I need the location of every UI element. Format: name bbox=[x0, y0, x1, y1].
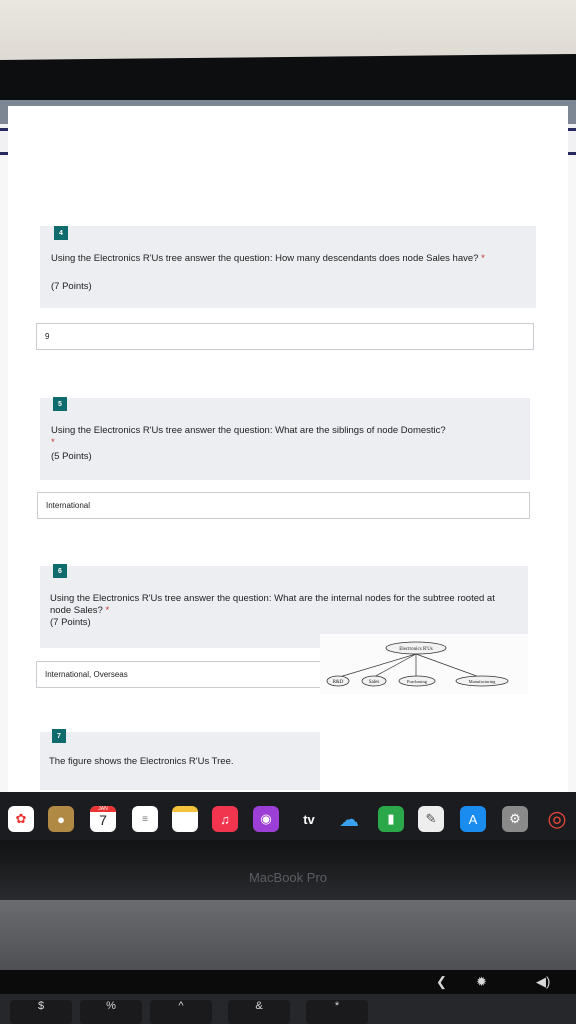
question-text: Using the Electronics R'Us tree answer t… bbox=[51, 253, 485, 264]
notes-icon[interactable] bbox=[172, 806, 198, 832]
tree-node-label: Manufacturing bbox=[469, 679, 496, 684]
apple-tv-label: tv bbox=[303, 811, 315, 827]
chevron-left-icon[interactable]: ❮ bbox=[436, 974, 447, 990]
music-icon[interactable]: ♫ bbox=[212, 806, 238, 832]
question-text: Using the Electronics R'Us tree answer t… bbox=[51, 425, 446, 448]
calendar-icon[interactable]: JAN 7 bbox=[90, 806, 116, 832]
question-card-4 bbox=[40, 226, 536, 308]
brightness-icon[interactable]: ✹ bbox=[476, 974, 487, 990]
pages-icon[interactable]: ✎ bbox=[418, 806, 444, 832]
tree-node-label: Purchasing bbox=[407, 679, 428, 684]
answer-input[interactable]: International bbox=[37, 492, 530, 519]
question-text: Using the Electronics R'Us tree answer t… bbox=[50, 593, 495, 616]
key-dollar[interactable]: $ bbox=[10, 1000, 72, 1024]
tree-node-label: Sales bbox=[369, 680, 380, 685]
macos-dock bbox=[0, 792, 576, 840]
reminders-icon[interactable]: ≡ bbox=[132, 806, 158, 832]
question-points: (7 Points) bbox=[51, 281, 92, 292]
key-percent[interactable]: % bbox=[80, 1000, 142, 1024]
tree-root-label: Electronics R'Us bbox=[399, 647, 433, 652]
question-points: (7 Points) bbox=[50, 617, 91, 628]
required-mark: * bbox=[51, 437, 55, 448]
contacts-icon[interactable]: ● bbox=[48, 806, 74, 832]
laptop-deck bbox=[0, 900, 576, 980]
key-caret[interactable]: ^ bbox=[150, 1000, 212, 1024]
question-number-badge: 6 bbox=[53, 564, 67, 578]
required-mark: * bbox=[105, 605, 110, 616]
answer-input[interactable]: 9 bbox=[36, 323, 534, 350]
question-number-badge: 7 bbox=[52, 729, 66, 743]
question-points: (5 Points) bbox=[51, 451, 92, 462]
question-number-badge: 4 bbox=[54, 226, 68, 240]
required-mark: * bbox=[481, 253, 485, 264]
podcasts-icon[interactable]: ◉ bbox=[253, 806, 279, 832]
numbers-icon[interactable]: ▮ bbox=[378, 806, 404, 832]
question-number-badge: 5 bbox=[53, 397, 67, 411]
key-ampersand[interactable]: & bbox=[228, 1000, 290, 1024]
key-asterisk[interactable]: * bbox=[306, 1000, 368, 1024]
tree-diagram: Electronics R'Us R&D Sales Purchasing Ma… bbox=[326, 641, 509, 687]
app-store-icon[interactable]: A bbox=[460, 806, 486, 832]
apple-tv-icon[interactable]: tv bbox=[292, 806, 326, 832]
system-preferences-icon[interactable]: ⚙ bbox=[502, 806, 528, 832]
calendar-day: 7 bbox=[99, 812, 107, 828]
tree-figure: Electronics R'Us R&D Sales Purchasing Ma… bbox=[320, 634, 528, 694]
volume-icon[interactable]: ◀) bbox=[536, 974, 550, 990]
touch-bar bbox=[0, 970, 576, 994]
photos-icon[interactable]: ✿ bbox=[8, 806, 34, 832]
laptop-brand: MacBook Pro bbox=[248, 870, 328, 885]
tree-node-label: R&D bbox=[333, 680, 344, 685]
icloud-icon[interactable]: ☁ bbox=[336, 806, 362, 832]
chrome-icon[interactable]: ◎ bbox=[544, 806, 570, 832]
question-text: The figure shows the Electronics R'Us Tr… bbox=[49, 756, 234, 767]
